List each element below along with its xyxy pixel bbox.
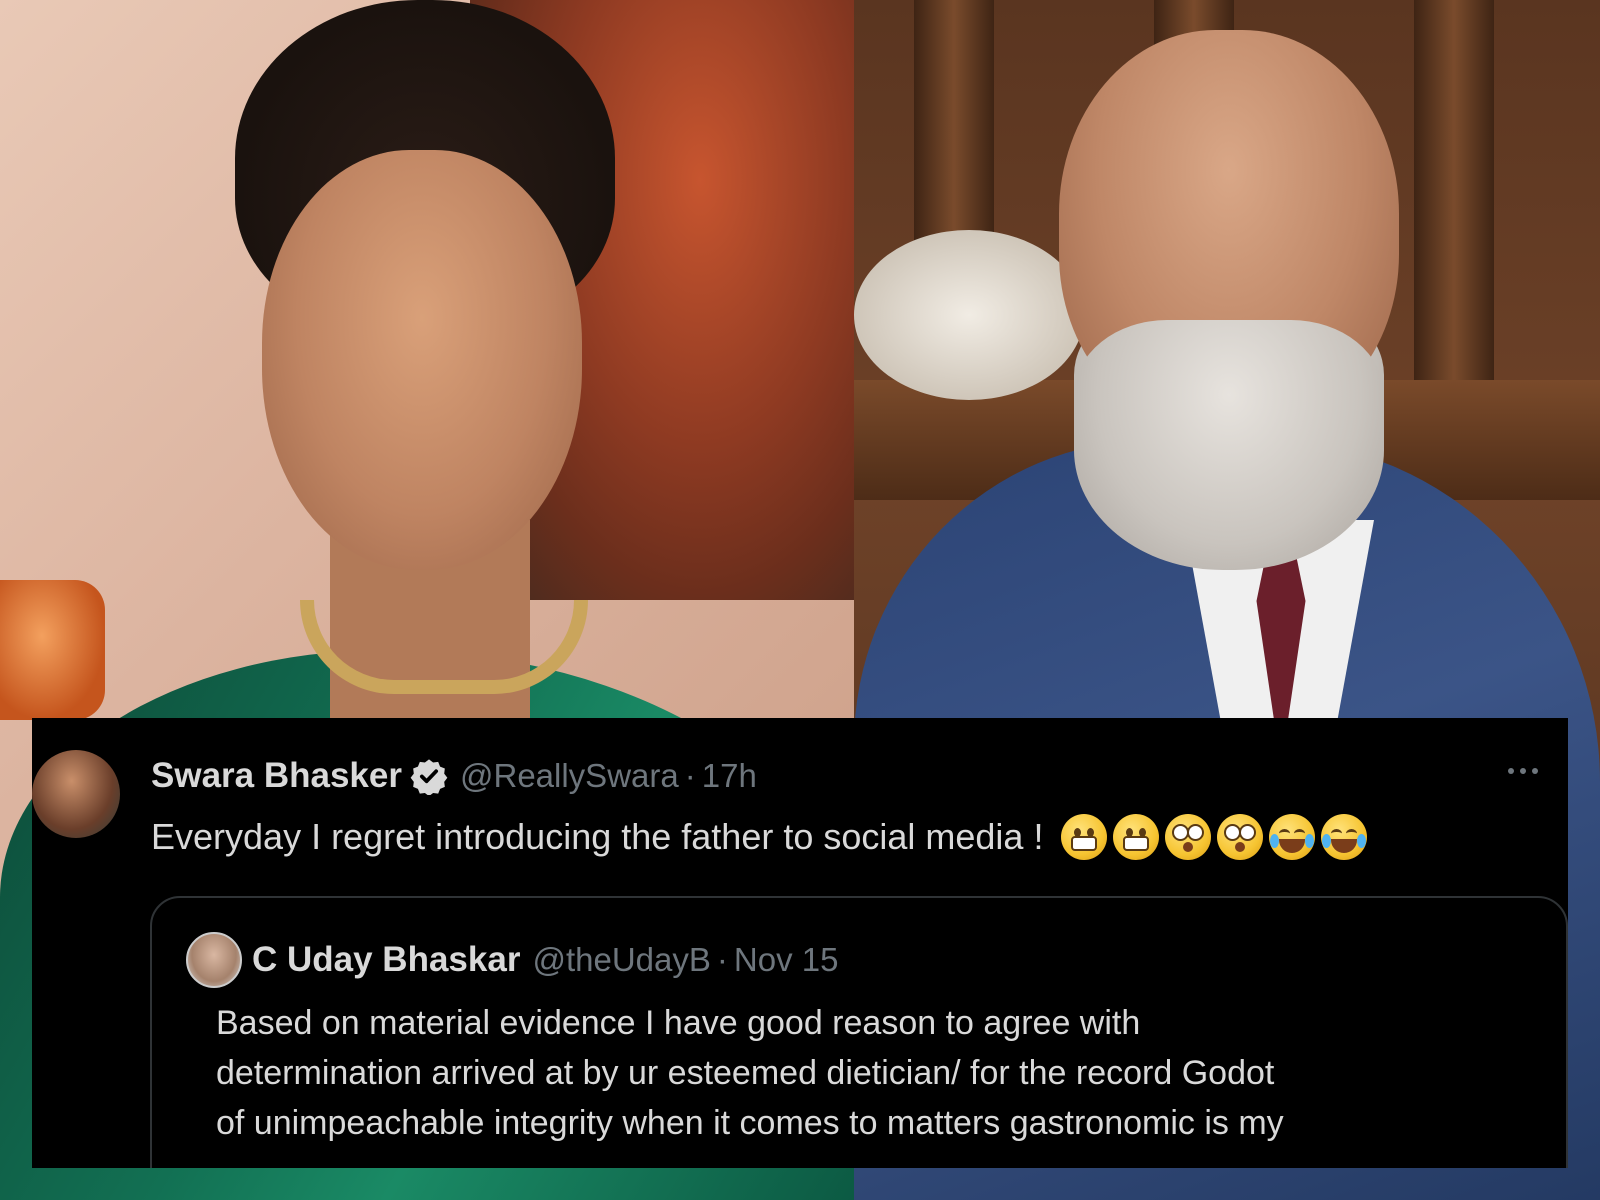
beard-front [1074,320,1384,570]
tweet-text: Everyday I regret introducing the father… [151,816,1044,857]
lamp [0,580,105,720]
quote-header: C Uday Bhaskar @theUdayB · Nov 15 [186,932,838,988]
author-name[interactable]: Swara Bhasker [151,756,402,796]
quote-line: determination arrived at by ur esteemed … [216,1054,1275,1092]
avatar[interactable] [32,750,120,838]
quote-line: of unimpeachable integrity when it comes… [216,1104,1284,1142]
quote-author-name[interactable]: C Uday Bhaskar [252,940,520,980]
emoji-row [1061,814,1368,860]
quote-avatar[interactable] [186,932,242,988]
quote-body: Based on material evidence I have good r… [216,998,1546,1148]
more-options-icon[interactable] [1508,768,1538,774]
separator-dot: · [684,757,696,794]
face [262,150,582,570]
composite-image: Swara Bhasker @ReallySwara · 17h Everyda… [0,0,1600,1200]
quote-line: Based on material evidence I have good r… [216,1004,1141,1042]
plate [854,230,1084,400]
quote-date[interactable]: Nov 15 [734,941,839,979]
quoted-tweet[interactable]: C Uday Bhaskar @theUdayB · Nov 15 Based … [150,896,1568,1168]
joy-emoji-icon [1321,814,1368,860]
tweet-card: Swara Bhasker @ReallySwara · 17h Everyda… [32,718,1568,1168]
flushed-emoji-icon [1217,814,1264,860]
grimacing-emoji-icon [1061,814,1108,860]
author-handle[interactable]: @ReallySwara [460,757,679,795]
tweet-body: Everyday I regret introducing the father… [151,814,1368,860]
quote-author-handle[interactable]: @theUdayB [532,941,710,979]
tweet-timestamp[interactable]: 17h [702,757,757,795]
verified-badge-icon [410,757,448,797]
flushed-emoji-icon [1165,814,1212,860]
joy-emoji-icon [1269,814,1316,860]
tweet-header: Swara Bhasker @ReallySwara · 17h [151,756,757,797]
separator-dot: · [716,941,728,978]
grimacing-emoji-icon [1113,814,1160,860]
wood-panel [1414,0,1494,420]
